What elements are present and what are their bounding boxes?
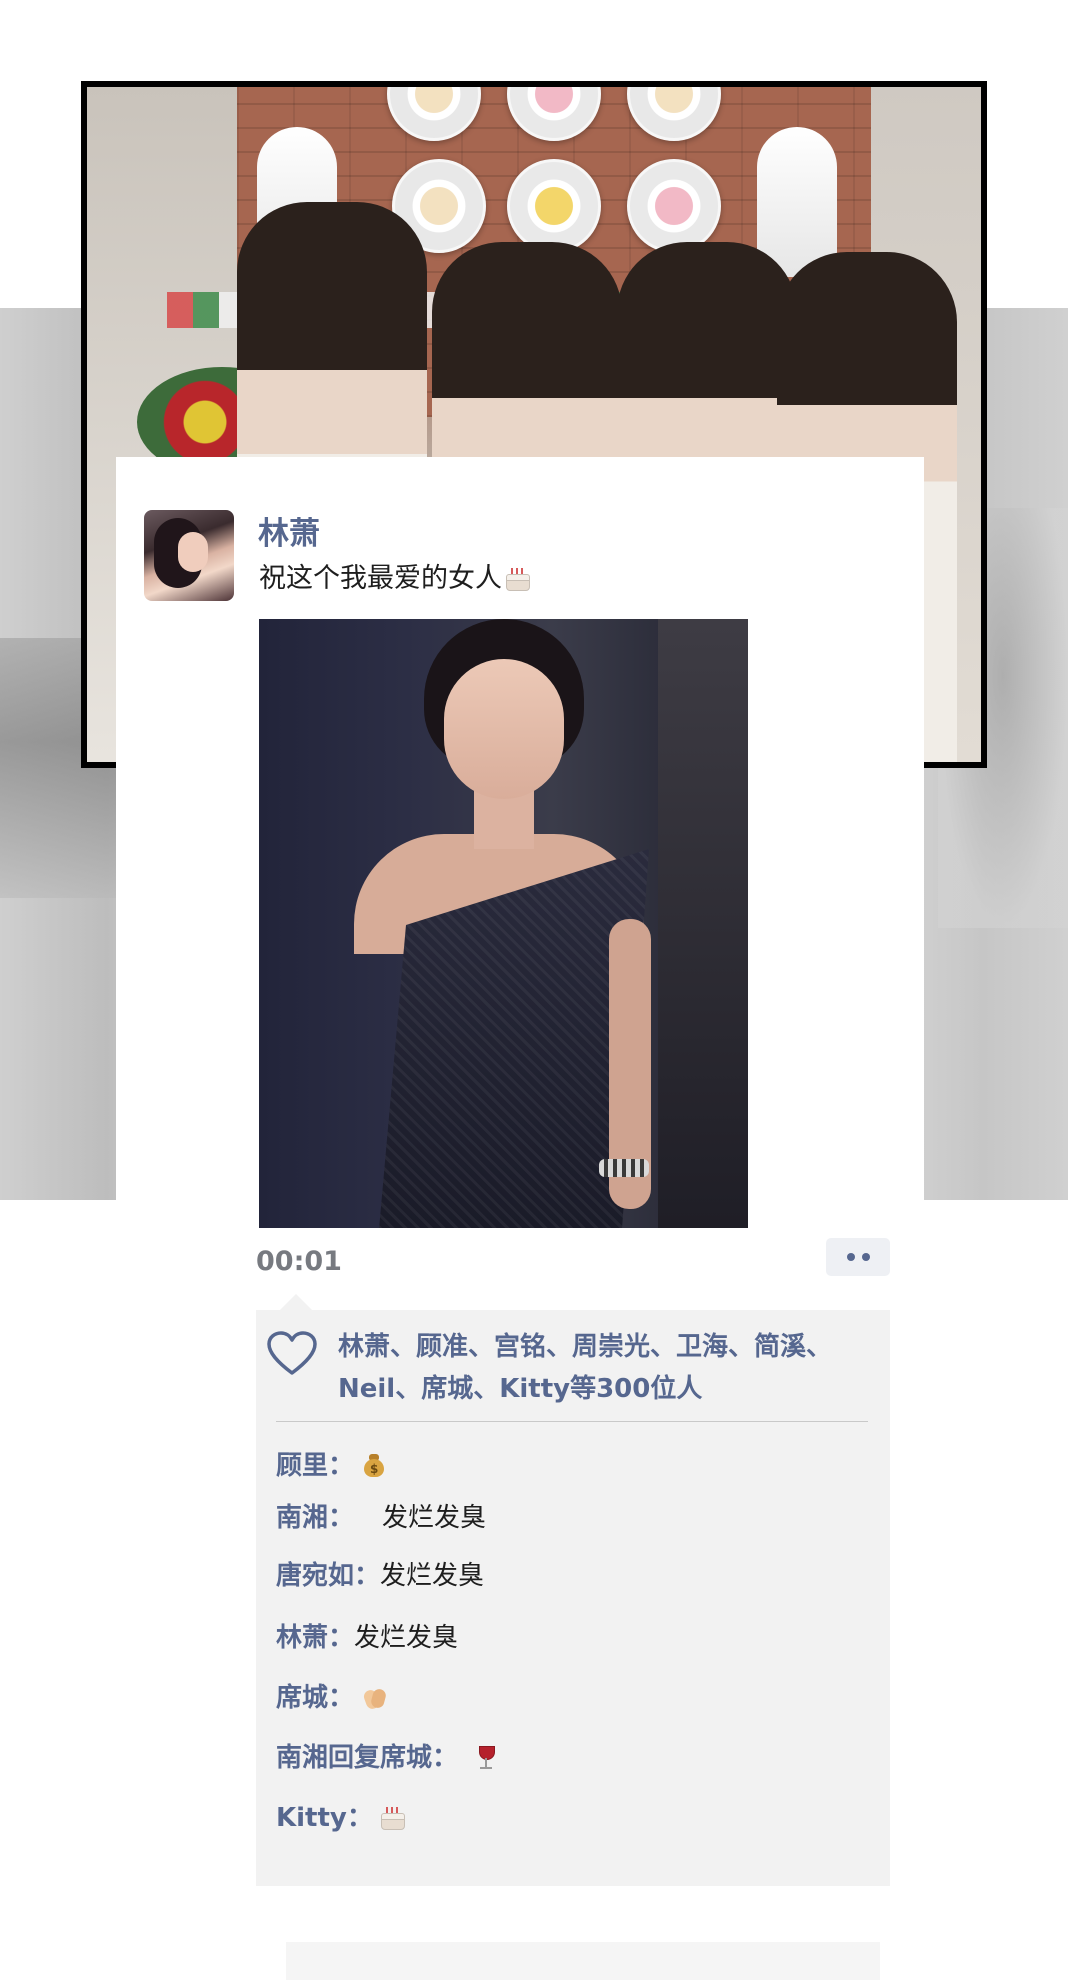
comment-text: 发烂发臭 — [354, 1623, 459, 1653]
money-bag-icon: $ — [362, 1452, 386, 1478]
heart-icon[interactable] — [266, 1330, 318, 1376]
panel-pointer — [280, 1294, 312, 1310]
comment-row[interactable]: 林萧：发烂发臭 — [276, 1620, 458, 1656]
comment-input-area[interactable] — [286, 1942, 880, 1980]
wine-glass-icon — [476, 1744, 496, 1772]
clapping-hands-icon — [362, 1684, 388, 1711]
comment-row[interactable]: 席城： — [276, 1680, 388, 1716]
comment-row[interactable]: 南湘回复席城： — [276, 1740, 496, 1776]
comment-row[interactable]: Kitty： — [276, 1800, 405, 1836]
divider — [276, 1421, 868, 1422]
comment-text: 发烂发臭 — [380, 1561, 485, 1591]
post-text: 祝这个我最爱的女人 — [259, 556, 530, 595]
video-duration: 00:01 — [256, 1246, 342, 1277]
post-text-body: 祝这个我最爱的女人 — [259, 563, 502, 594]
post-video[interactable] — [259, 619, 748, 1228]
comment-author[interactable]: 南湘： — [276, 1503, 354, 1533]
comment-row[interactable]: 唐宛如：发烂发臭 — [276, 1558, 484, 1594]
comment-row[interactable]: 南湘： 发烂发臭 — [276, 1500, 486, 1536]
comment-author[interactable]: 顾里： — [276, 1451, 354, 1481]
dot-icon — [846, 1253, 855, 1261]
avatar[interactable] — [144, 510, 234, 601]
comment-text: 发烂发臭 — [382, 1503, 487, 1533]
more-options-button[interactable] — [826, 1238, 890, 1276]
birthday-cake-icon — [379, 1804, 405, 1830]
comment-row[interactable]: 顾里： $ — [276, 1448, 386, 1484]
likes-list[interactable]: 林萧、顾准、宫铭、周崇光、卫海、简溪、Neil、席城、Kitty等300位人 — [338, 1326, 883, 1410]
poster-name[interactable]: 林萧 — [258, 508, 320, 553]
dot-icon — [861, 1253, 870, 1261]
comment-author[interactable]: 林萧： — [276, 1623, 354, 1653]
birthday-cake-icon — [504, 565, 530, 591]
comment-author[interactable]: 唐宛如： — [276, 1561, 380, 1591]
comment-author[interactable]: Kitty： — [276, 1803, 373, 1833]
comment-author[interactable]: 南湘回复席城： — [276, 1743, 458, 1773]
comment-author[interactable]: 席城： — [276, 1683, 354, 1713]
